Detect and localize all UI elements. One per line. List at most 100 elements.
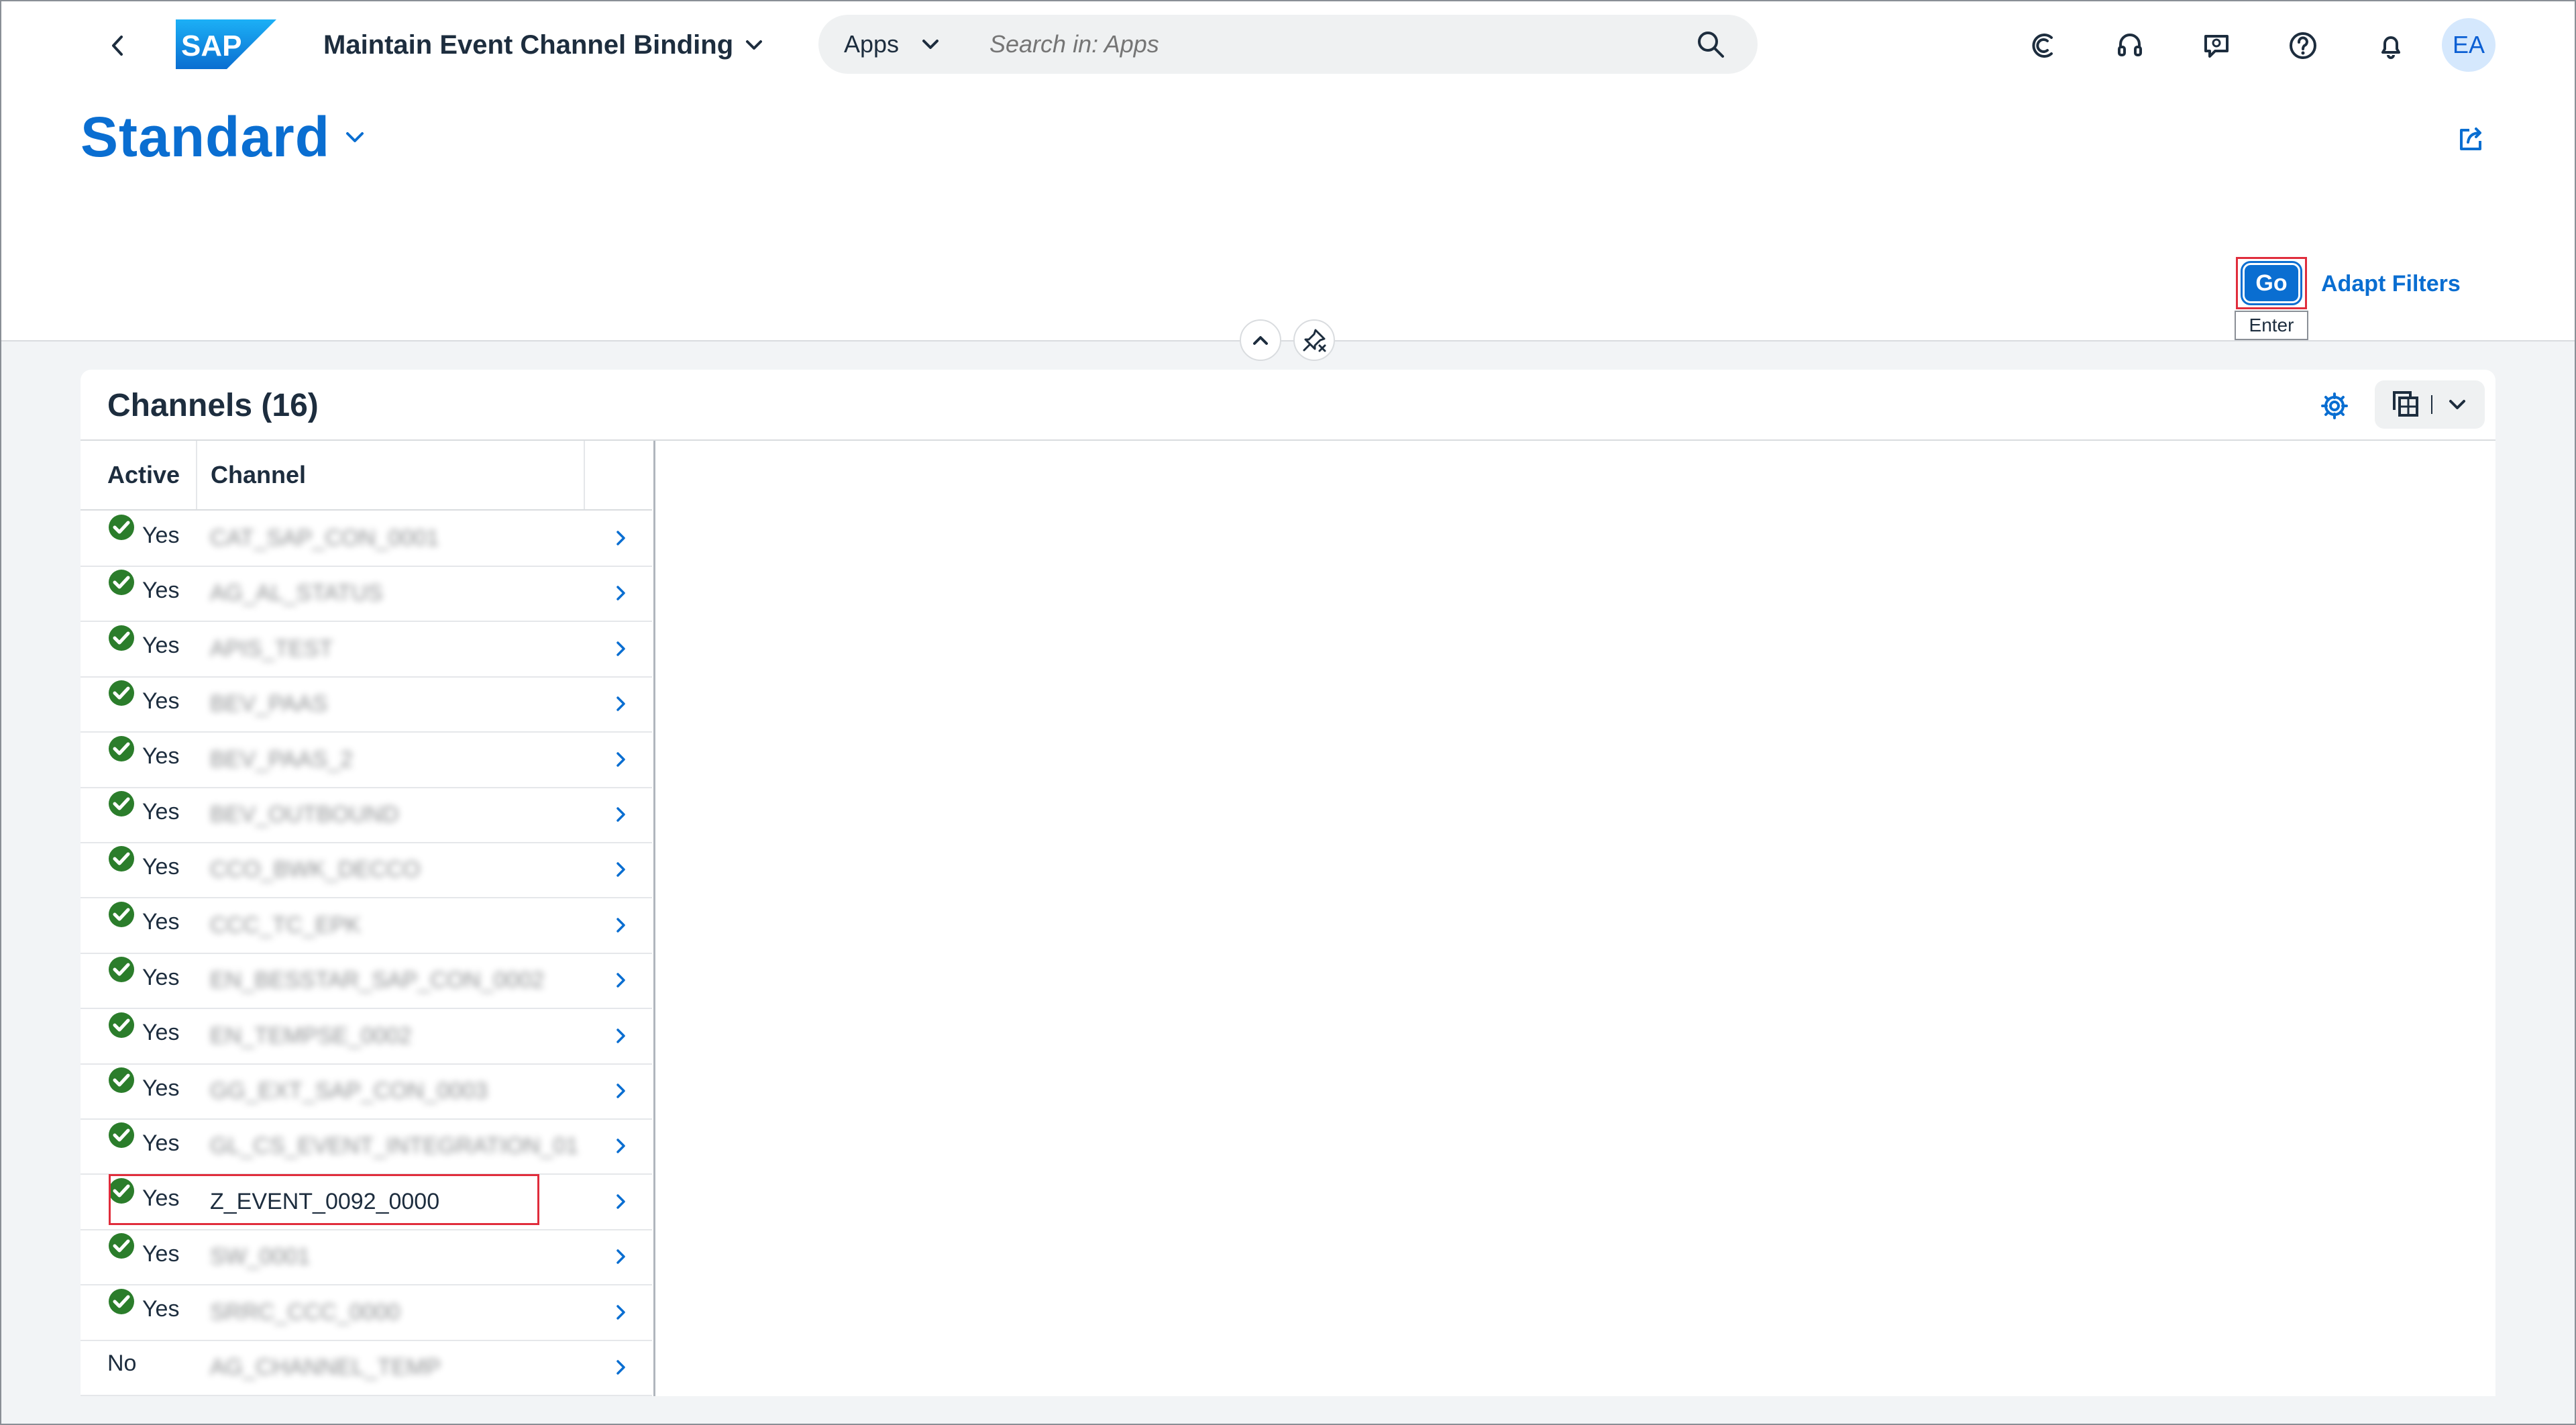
active-status: Yes: [107, 1067, 180, 1102]
feedback-icon[interactable]: [2198, 27, 2235, 64]
active-value: Yes: [142, 633, 180, 659]
pin-header-button[interactable]: [1293, 319, 1335, 361]
active-value: Yes: [142, 964, 180, 990]
table-row[interactable]: Yes CAT_SAP_CON_0001: [80, 511, 652, 567]
navigation-chevron-right-icon[interactable]: [610, 1024, 631, 1047]
success-check-icon: [107, 1011, 136, 1039]
adapt-filters-button[interactable]: Adapt Filters: [2321, 271, 2461, 297]
active-status: Yes: [107, 1122, 179, 1157]
joule-icon[interactable]: [2025, 27, 2062, 64]
avatar[interactable]: EA: [2442, 18, 2496, 72]
active-status: Yes: [107, 901, 180, 937]
navigation-chevron-right-icon[interactable]: [610, 692, 631, 715]
table-row[interactable]: Yes BEV_OUTBOUND: [80, 787, 652, 843]
column-divider: [584, 441, 585, 509]
navigation-chevron-right-icon[interactable]: [610, 803, 631, 826]
active-value: Yes: [142, 1296, 180, 1322]
active-status: Yes: [107, 570, 179, 604]
navigation-chevron-right-icon[interactable]: [610, 582, 631, 604]
export-menu-chevron-down-icon[interactable]: [2435, 386, 2479, 423]
unpin-icon: [1303, 329, 1326, 352]
table-row[interactable]: Yes AG_AL_STATUS: [80, 566, 652, 623]
channel-name: APIS_TEST: [210, 635, 333, 662]
success-check-icon: [107, 568, 136, 596]
app-title: Maintain Event Channel Binding: [323, 30, 734, 60]
success-check-icon: [107, 513, 136, 541]
active-status: Yes: [107, 1288, 180, 1324]
table-row[interactable]: Yes APIS_TEST: [80, 621, 652, 678]
navigation-chevron-right-icon[interactable]: [610, 914, 631, 937]
go-button[interactable]: Go: [2241, 261, 2302, 305]
navigation-chevron-right-icon[interactable]: [610, 527, 631, 549]
table-row[interactable]: Yes CCC_TC_EPK: [80, 898, 652, 954]
success-check-icon: [107, 1121, 136, 1149]
navigation-chevron-right-icon[interactable]: [610, 1245, 631, 1268]
share-icon[interactable]: [2452, 121, 2489, 158]
search-input[interactable]: [989, 15, 1660, 74]
back-icon[interactable]: [101, 28, 136, 63]
navigation-chevron-right-icon[interactable]: [610, 1301, 631, 1324]
column-header-channel[interactable]: Channel: [211, 441, 306, 509]
table-title: Channels (16): [107, 388, 319, 423]
row-highlight-box: [109, 1173, 539, 1225]
export-button-group: [2375, 380, 2485, 429]
success-check-icon: [107, 624, 136, 652]
channel-name: EN_TEMPSE_0002: [210, 1022, 412, 1049]
svg-text:SAP: SAP: [181, 30, 241, 62]
active-status: Yes: [107, 515, 180, 549]
sap-logo[interactable]: SAP: [176, 19, 276, 69]
column-header-active[interactable]: Active: [107, 441, 180, 509]
export-spreadsheet-icon[interactable]: [2381, 386, 2428, 423]
table-row[interactable]: Yes SW_0001: [80, 1229, 652, 1286]
search-scope-select[interactable]: Apps: [844, 15, 939, 74]
table-row[interactable]: Yes SRRC_CCC_0000: [80, 1285, 652, 1341]
table-row[interactable]: Yes EN_TEMPSE_0002: [80, 1008, 652, 1065]
support-headset-icon[interactable]: [2111, 27, 2149, 64]
shell-bar: SAP Maintain Event Channel Binding Apps …: [0, 0, 2576, 91]
app-title-menu[interactable]: Maintain Event Channel Binding: [323, 28, 763, 62]
success-check-icon: [107, 900, 136, 929]
table-row[interactable]: Yes BEV_PAAS_2: [80, 732, 652, 788]
search-icon[interactable]: [1690, 25, 1731, 63]
table-row[interactable]: Yes CCO_BWK_DECCO: [80, 842, 652, 899]
active-value: Yes: [142, 1075, 180, 1101]
channel-name: BEV_PAAS_2: [210, 746, 353, 772]
collapse-header-button[interactable]: [1240, 319, 1281, 361]
table-row[interactable]: Yes GG_EXT_SAP_CON_0003: [80, 1063, 652, 1120]
navigation-chevron-right-icon[interactable]: [610, 1356, 631, 1379]
navigation-chevron-right-icon[interactable]: [610, 1134, 631, 1157]
channel-name: BEV_OUTBOUND: [210, 802, 399, 827]
table-row[interactable]: Yes GL_CS_EVENT_INTEGRATION_01: [80, 1118, 652, 1175]
active-status: Yes: [107, 1233, 179, 1268]
table-row[interactable]: Yes EN_BESSTAR_SAP_CON_0002: [80, 953, 652, 1010]
active-status: No: [107, 1351, 136, 1377]
success-check-icon: [107, 735, 136, 763]
active-value: Yes: [142, 743, 180, 770]
navigation-chevron-right-icon[interactable]: [610, 1190, 631, 1213]
tooltip: Enter: [2235, 311, 2308, 340]
navigation-chevron-right-icon[interactable]: [610, 637, 631, 660]
table-row[interactable]: Yes BEV_PAAS: [80, 676, 652, 733]
page-header: [0, 91, 2576, 341]
active-status: Yes: [107, 1012, 179, 1047]
table-settings-icon[interactable]: [2314, 386, 2355, 426]
navigation-chevron-right-icon[interactable]: [610, 748, 631, 771]
channel-name: CCC_TC_EPK: [210, 912, 361, 938]
channel-name: CAT_SAP_CON_0001: [210, 525, 439, 551]
navigation-chevron-right-icon[interactable]: [610, 858, 631, 881]
notifications-bell-icon[interactable]: [2372, 27, 2410, 64]
divider: [2431, 395, 2432, 414]
chevron-up-icon: [1253, 336, 1268, 345]
navigation-chevron-right-icon[interactable]: [610, 969, 631, 992]
table-row[interactable]: No AG_CHANNEL_TEMP: [80, 1340, 652, 1396]
active-value: Yes: [142, 798, 180, 825]
active-value: Yes: [142, 909, 180, 935]
active-value: Yes: [142, 522, 180, 548]
channel-name: AG_AL_STATUS: [210, 580, 383, 606]
table-row[interactable]: Yes Z_EVENT_0092_0000: [80, 1173, 652, 1230]
channels-table: Active Channel Yes CAT_SAP_CON_0001 Yes AG_…: [80, 441, 655, 1396]
navigation-chevron-right-icon[interactable]: [610, 1079, 631, 1102]
help-icon[interactable]: [2284, 27, 2322, 64]
chevron-down-icon: [346, 131, 364, 142]
variant-selector[interactable]: Standard: [80, 105, 365, 170]
